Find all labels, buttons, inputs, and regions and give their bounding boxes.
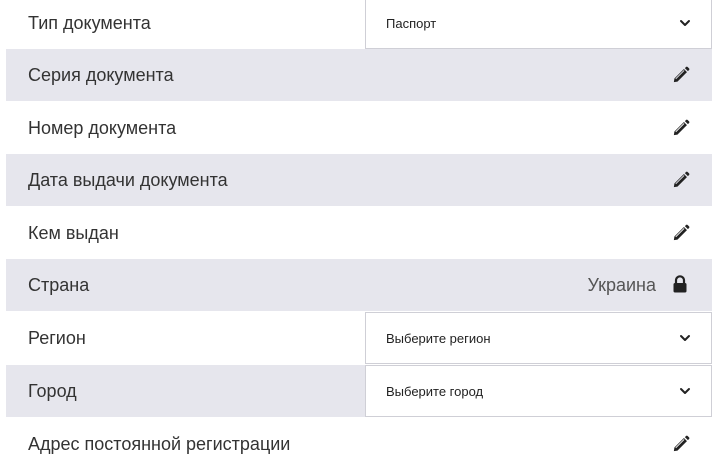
row-issue-date[interactable]: Дата выдачи документа [6,154,712,206]
chevron-down-icon [679,332,691,344]
country-value: Украина [587,274,656,295]
document-number-label: Номер документа [28,117,177,138]
issue-date-label: Дата выдачи документа [28,169,228,190]
document-type-select[interactable]: Паспорт [365,0,712,49]
row-city: Город Выберите город [6,365,712,417]
row-document-number[interactable]: Номер документа [6,102,712,154]
row-document-type: Тип документа Паспорт [6,0,712,49]
lock-icon [672,275,688,293]
pencil-icon[interactable] [670,434,690,454]
city-select[interactable]: Выберите город [365,365,712,417]
pencil-icon[interactable] [670,118,690,138]
country-label: Страна [28,274,90,295]
pencil-icon[interactable] [670,65,690,85]
city-select-value: Выберите город [386,383,484,399]
document-form: Тип документа Паспорт Серия документа Но… [0,0,722,476]
document-series-label: Серия документа [28,64,174,85]
address-label: Адрес постоянной регистрации [28,433,291,454]
row-issued-by[interactable]: Кем выдан [6,207,712,259]
chevron-down-icon [679,17,691,29]
document-type-value: Паспорт [386,15,437,31]
city-label: Город [28,380,77,401]
pencil-icon[interactable] [670,223,690,243]
issued-by-label: Кем выдан [28,222,119,243]
row-country: Страна Украина [6,259,712,311]
row-document-series[interactable]: Серия документа [6,49,712,101]
row-address[interactable]: Адрес постоянной регистрации [6,418,712,470]
chevron-down-icon [679,385,691,397]
pencil-icon[interactable] [670,170,690,190]
document-type-label: Тип документа [28,12,151,33]
region-label: Регион [28,327,86,348]
region-select[interactable]: Выберите регион [365,312,712,364]
region-select-value: Выберите регион [386,330,491,346]
row-region: Регион Выберите регион [6,312,712,364]
